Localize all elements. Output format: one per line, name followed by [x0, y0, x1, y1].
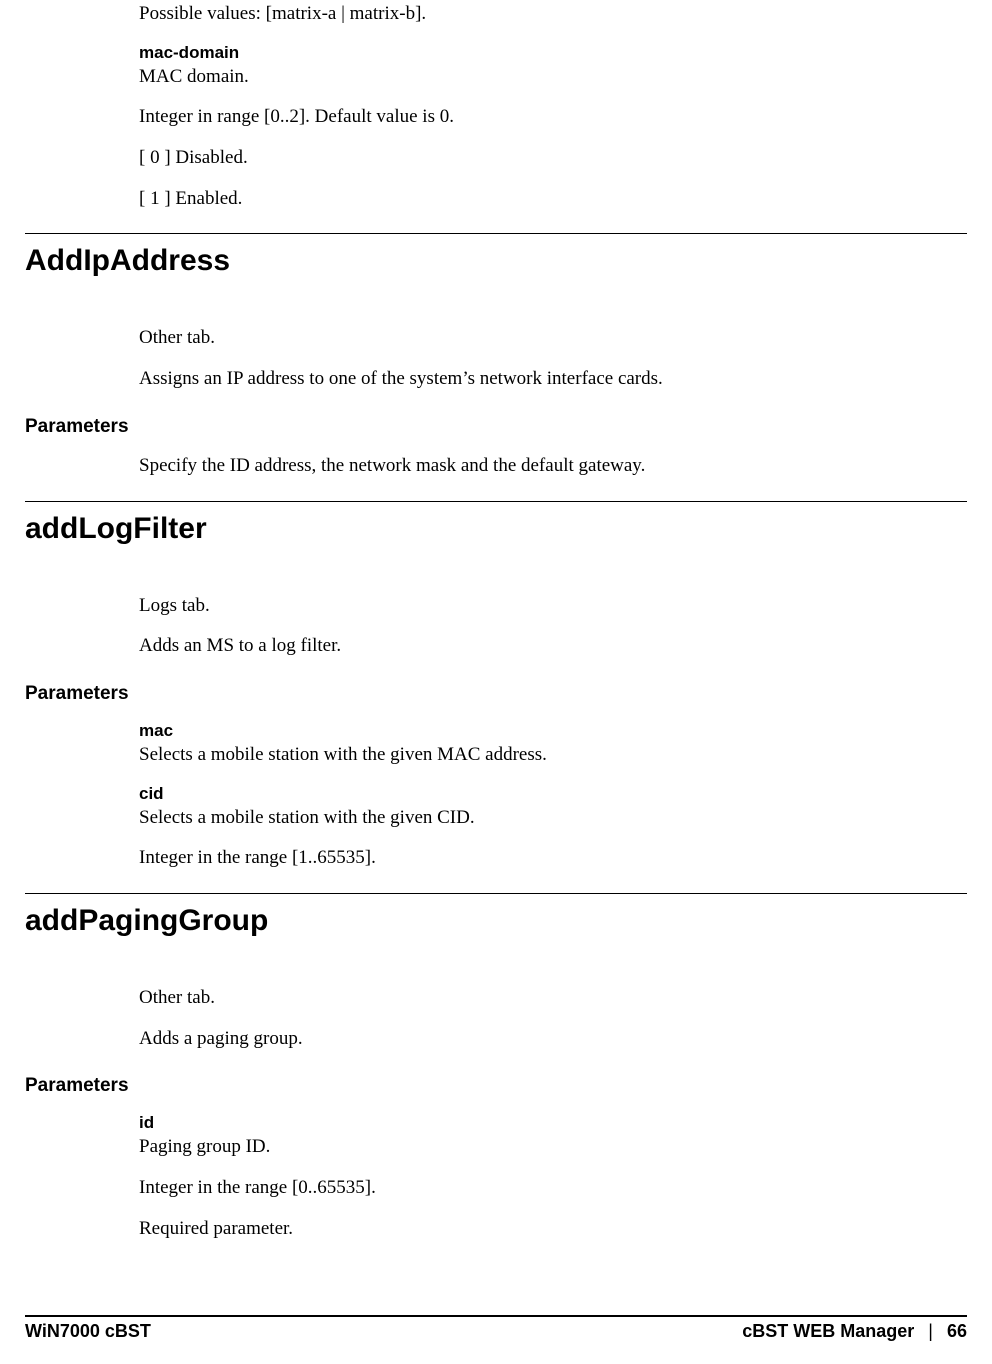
mac-domain-disabled-text: [ 0 ] Disabled. — [139, 146, 932, 171]
param-id-desc: Paging group ID. — [139, 1135, 932, 1160]
addpaginggroup-description-text: Adds a paging group. — [139, 1027, 932, 1052]
param-mac-domain-desc: MAC domain. — [139, 65, 932, 90]
param-mac-domain-name: mac-domain — [139, 43, 932, 63]
param-mac-desc: Selects a mobile station with the given … — [139, 743, 932, 768]
page-footer: WiN7000 cBST cBST WEB Manager | 66 — [25, 1315, 967, 1342]
addlogfilter-parameters-label: Parameters — [25, 683, 932, 705]
possible-values-text: Possible values: [matrix-a | matrix-b]. — [139, 2, 932, 27]
addipaddress-parameters-label: Parameters — [25, 416, 932, 438]
footer-left-text: WiN7000 cBST — [25, 1321, 151, 1342]
addipaddress-description-text: Assigns an IP address to one of the syst… — [139, 367, 932, 392]
section-title-addpaginggroup: addPagingGroup — [25, 904, 932, 938]
param-id-range-text: Integer in the range [0..65535]. — [139, 1176, 932, 1201]
mac-domain-range-text: Integer in range [0..2]. Default value i… — [139, 105, 932, 130]
footer-rule — [25, 1315, 967, 1317]
addpaginggroup-parameters-label: Parameters — [25, 1075, 932, 1097]
footer-page-number: 66 — [947, 1321, 967, 1342]
param-cid-desc: Selects a mobile station with the given … — [139, 806, 932, 831]
param-id-name: id — [139, 1113, 932, 1133]
addlogfilter-tab-text: Logs tab. — [139, 594, 932, 619]
addipaddress-parameters-desc: Specify the ID address, the network mask… — [139, 454, 932, 479]
section-title-addlogfilter: addLogFilter — [25, 512, 932, 546]
footer-right-text: cBST WEB Manager — [742, 1321, 914, 1342]
addipaddress-tab-text: Other tab. — [139, 326, 932, 351]
param-cid-name: cid — [139, 784, 932, 804]
mac-domain-enabled-text: [ 1 ] Enabled. — [139, 187, 932, 212]
footer-separator: | — [928, 1321, 933, 1342]
param-mac-name: mac — [139, 721, 932, 741]
section-title-addipaddress: AddIpAddress — [25, 244, 932, 278]
param-id-required-text: Required parameter. — [139, 1217, 932, 1242]
addpaginggroup-tab-text: Other tab. — [139, 986, 932, 1011]
section-rule-addpaginggroup — [25, 893, 967, 894]
addlogfilter-description-text: Adds an MS to a log filter. — [139, 634, 932, 659]
section-rule-addlogfilter — [25, 501, 967, 502]
section-rule-addipaddress — [25, 233, 967, 234]
param-cid-range-text: Integer in the range [1..65535]. — [139, 846, 932, 871]
